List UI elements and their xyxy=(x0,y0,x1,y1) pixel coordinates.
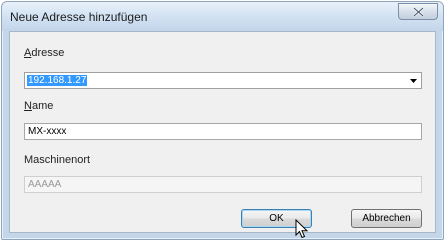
dialog-window: Neue Adresse hinzufügen Adresse 192.168.… xyxy=(1,1,444,240)
mouse-pointer-icon xyxy=(295,219,309,239)
close-icon xyxy=(413,7,424,17)
address-selected-value: 192.168.1.27 xyxy=(27,75,87,86)
location-label: Maschinenort xyxy=(24,154,91,166)
cancel-button[interactable]: Abbrechen xyxy=(351,209,422,228)
close-button[interactable] xyxy=(398,3,438,20)
address-combobox[interactable]: 192.168.1.27 xyxy=(24,72,422,89)
window-title: Neue Adresse hinzufügen xyxy=(10,10,148,24)
name-label: Name xyxy=(24,100,54,112)
address-label: Adresse xyxy=(24,47,65,59)
location-input: AAAAA xyxy=(24,176,422,193)
name-input[interactable]: MX-xxxx xyxy=(24,123,422,140)
title-bar[interactable]: Neue Adresse hinzufügen xyxy=(2,2,443,31)
dialog-content: Adresse 192.168.1.27 Name MX-xxxx Maschi… xyxy=(9,31,436,233)
dropdown-arrow-icon[interactable] xyxy=(407,74,420,87)
